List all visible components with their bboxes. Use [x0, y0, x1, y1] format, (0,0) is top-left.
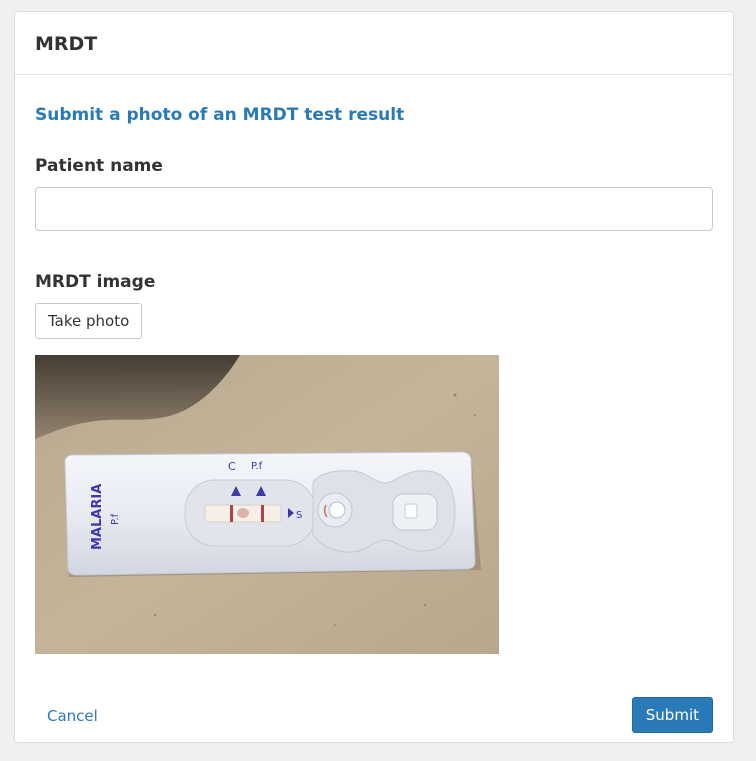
panel-header: MRDT [15, 12, 733, 75]
mrdt-photo: C P.f S MALARIA P.f [35, 355, 499, 654]
control-line [230, 505, 233, 522]
patient-name-input[interactable] [35, 187, 713, 231]
take-photo-button[interactable]: Take photo [35, 303, 143, 339]
photo-label-pf: P.f [251, 461, 263, 472]
panel-title: MRDT [35, 33, 98, 55]
photo-brand: MALARIA [90, 484, 105, 550]
photo-brand-sub: P.f [110, 513, 121, 525]
patient-name-label: Patient name [35, 156, 163, 176]
photo-label-s: S [296, 510, 302, 521]
mrdt-photo-image: C P.f S MALARIA P.f [35, 355, 499, 654]
cancel-link[interactable]: Cancel [35, 698, 110, 734]
mrdt-panel: MRDT Submit a photo of an MRDT test resu… [14, 11, 734, 743]
photo-label-c: C [228, 460, 236, 473]
submit-button[interactable]: Submit [631, 697, 713, 733]
test-line [261, 505, 264, 522]
mrdt-image-label: MRDT image [35, 272, 156, 292]
form-heading: Submit a photo of an MRDT test result [35, 105, 405, 125]
